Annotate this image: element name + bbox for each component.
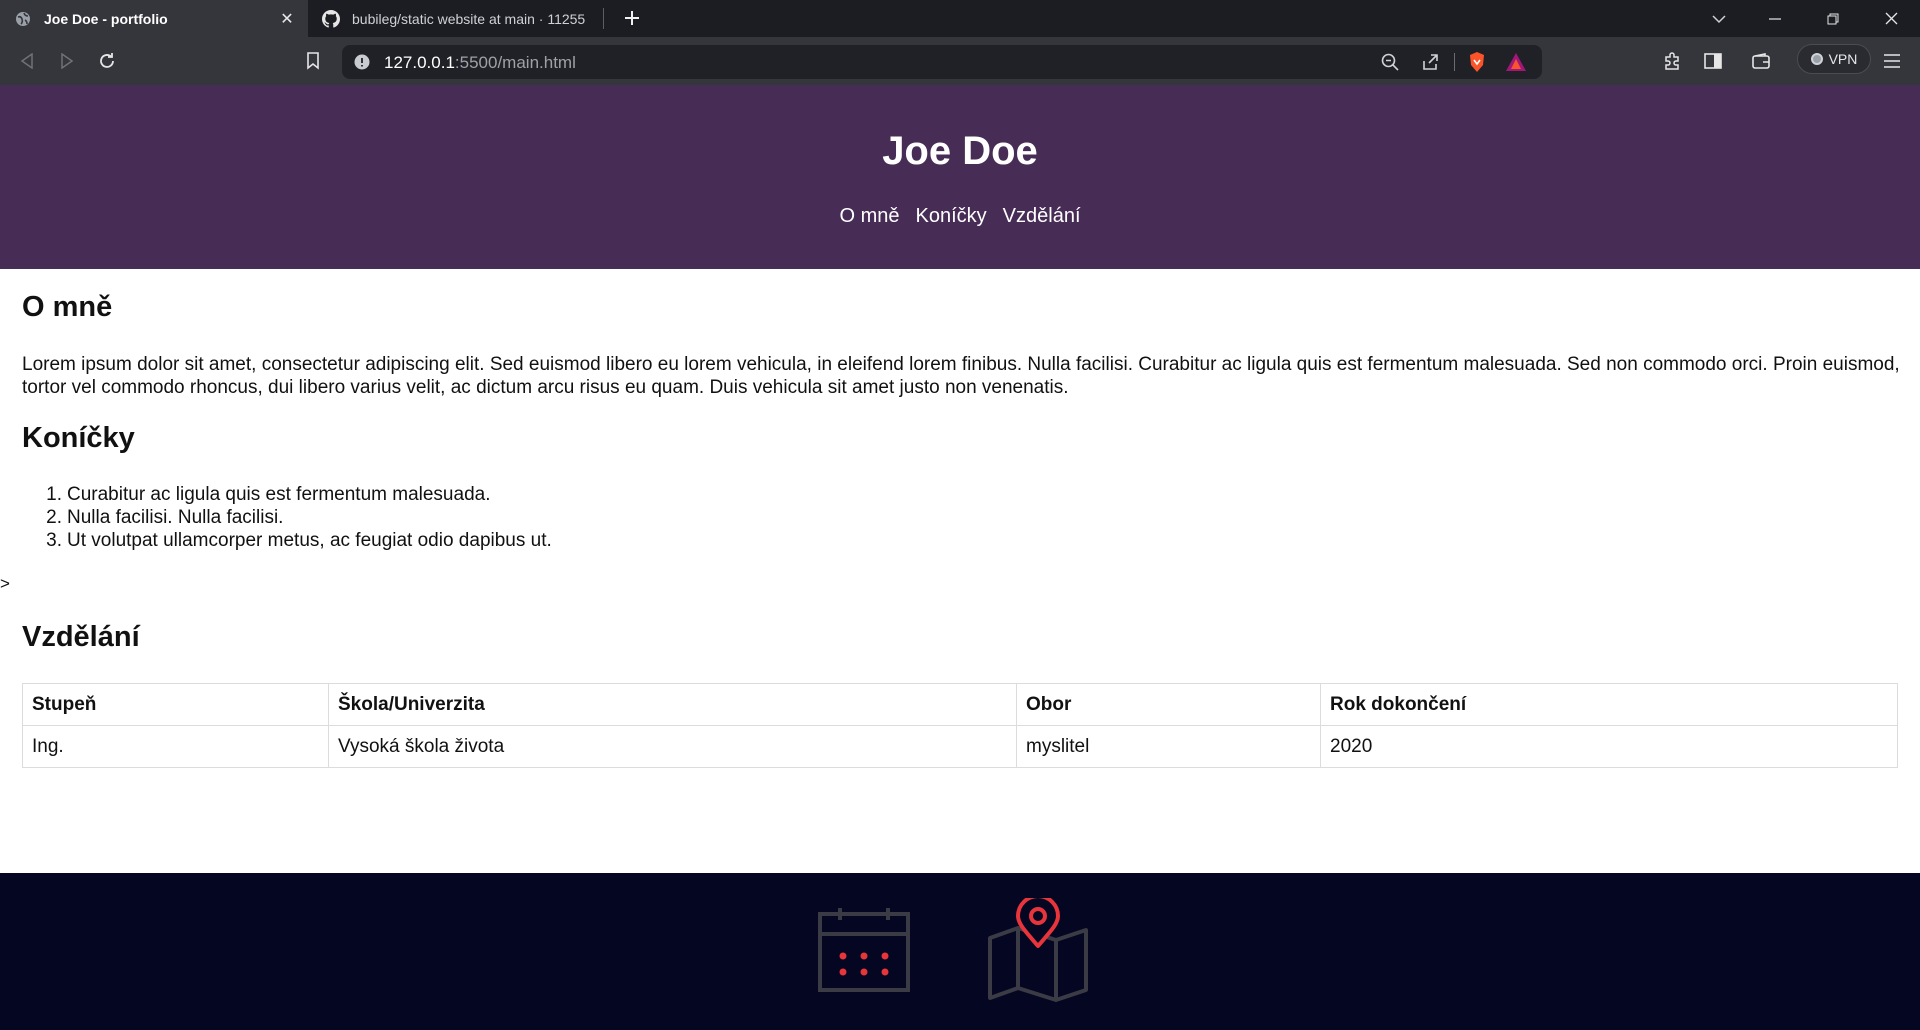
tab-search-button[interactable] [1696,0,1742,37]
bookmark-button[interactable] [298,46,328,76]
list-number: 3. [46,530,62,551]
brave-shields-icon[interactable] [1466,51,1488,73]
nav-link-hobbies[interactable]: Koníčky [916,205,987,228]
wallet-button[interactable] [1746,46,1776,76]
github-icon [322,9,340,28]
education-heading: Vzdělání [22,621,140,653]
table-cell: Vysoká škola života [328,725,1017,768]
column-header: Obor [1016,683,1321,726]
puzzle-icon [1665,52,1679,70]
menu-button[interactable] [1877,46,1907,76]
url-text[interactable]: 127.0.0.1:5500/main.html [384,53,576,73]
reload-icon [100,53,114,68]
stray-text: > [0,574,10,593]
column-header: Rok dokončení [1320,683,1898,726]
forward-button[interactable] [52,46,82,76]
site-header: Joe Doe O mně Koníčky Vzdělání [0,85,1920,269]
list-item: 3. Ut volutpat ullamcorper metus, ac feug… [22,529,1222,552]
browser-toolbar: 127.0.0.1:5500/main.html VPN [0,37,1920,85]
address-bar[interactable]: 127.0.0.1:5500/main.html [342,45,1542,79]
wallet-icon [1752,53,1770,69]
table-cell: Ing. [22,725,329,768]
minimize-button[interactable] [1752,0,1798,37]
restore-icon [1827,13,1839,24]
vpn-button[interactable]: VPN [1797,44,1871,74]
url-host: 127.0.0.1 [384,53,455,72]
list-number: 1. [46,484,62,505]
bookmark-icon [307,52,319,70]
table-row: Ing. Vysoká škola života myslitel 2020 [22,725,1898,768]
plus-icon [625,11,639,25]
list-item-text: Curabitur ac ligula quis est fermentum m… [67,484,491,505]
tab-joe-doe-portfolio[interactable]: Joe Doe - portfolio ✕ [0,0,308,37]
hamburger-menu-icon [1884,54,1900,68]
column-header: Stupeň [22,683,329,726]
education-table: Stupeň Škola/Univerzita Obor Rok dokonče… [22,683,1898,768]
list-item-text: Ut volutpat ullamcorper metus, ac feugia… [67,530,552,551]
table-cell: 2020 [1320,725,1898,768]
site-title: Joe Doe [882,129,1038,173]
close-icon[interactable]: ✕ [276,8,298,30]
list-item: 2. Nulla facilisi. Nulla facilisi. [22,506,1222,529]
about-heading: O mně [22,291,113,323]
restore-button[interactable] [1810,0,1856,37]
sidebar-button[interactable] [1698,46,1728,76]
nav-link-about[interactable]: O mně [839,205,899,228]
nav-link-education[interactable]: Vzdělání [1003,205,1081,228]
browser-tab-bar: Joe Doe - portfolio ✕ bubileg/static web… [0,0,1920,37]
site-nav: O mně Koníčky Vzdělání [0,205,1920,228]
about-text: Lorem ipsum dolor sit amet, consectetur … [22,354,1900,398]
brave-rewards-icon[interactable] [1505,51,1527,73]
tab-github[interactable]: bubileg/static website at main · 11255 [308,0,604,37]
extensions-button[interactable] [1657,46,1687,76]
forward-arrow-icon [61,53,74,69]
tab-title: bubileg/static website at main · 11255 [352,10,586,27]
globe-icon [14,10,32,28]
share-icon[interactable] [1419,51,1441,73]
site-info-icon[interactable] [354,54,370,70]
hobbies-heading: Koníčky [22,422,135,454]
calendar-icon [818,908,910,992]
table-cell: myslitel [1016,725,1321,768]
close-window-button[interactable] [1868,0,1914,37]
new-tab-button[interactable] [618,4,646,32]
back-arrow-icon [20,53,33,69]
table-header-row: Stupeň Škola/Univerzita Obor Rok dokonče… [22,683,1898,726]
tab-divider [603,8,604,29]
vpn-label: VPN [1828,51,1858,67]
divider [1454,53,1455,71]
sidebar-icon [1704,53,1722,69]
site-footer [0,873,1920,1030]
vpn-status-icon [1810,53,1823,65]
hobby-list: 1. Curabitur ac ligula quis est fermentum… [22,483,1222,552]
list-item-text: Nulla facilisi. Nulla facilisi. [67,507,284,528]
close-icon [1885,12,1897,25]
chevron-down-icon [1712,14,1726,23]
column-header: Škola/Univerzita [328,683,1017,726]
zoom-icon[interactable] [1379,51,1401,73]
list-number: 2. [46,507,62,528]
minimize-icon [1769,17,1781,20]
back-button[interactable] [12,46,42,76]
map-pin-icon [988,898,1088,1002]
reload-button[interactable] [92,46,122,76]
url-path: :5500/main.html [454,53,576,72]
list-item: 1. Curabitur ac ligula quis est fermentum… [22,483,1222,506]
tab-title: Joe Doe - portfolio [44,10,168,27]
